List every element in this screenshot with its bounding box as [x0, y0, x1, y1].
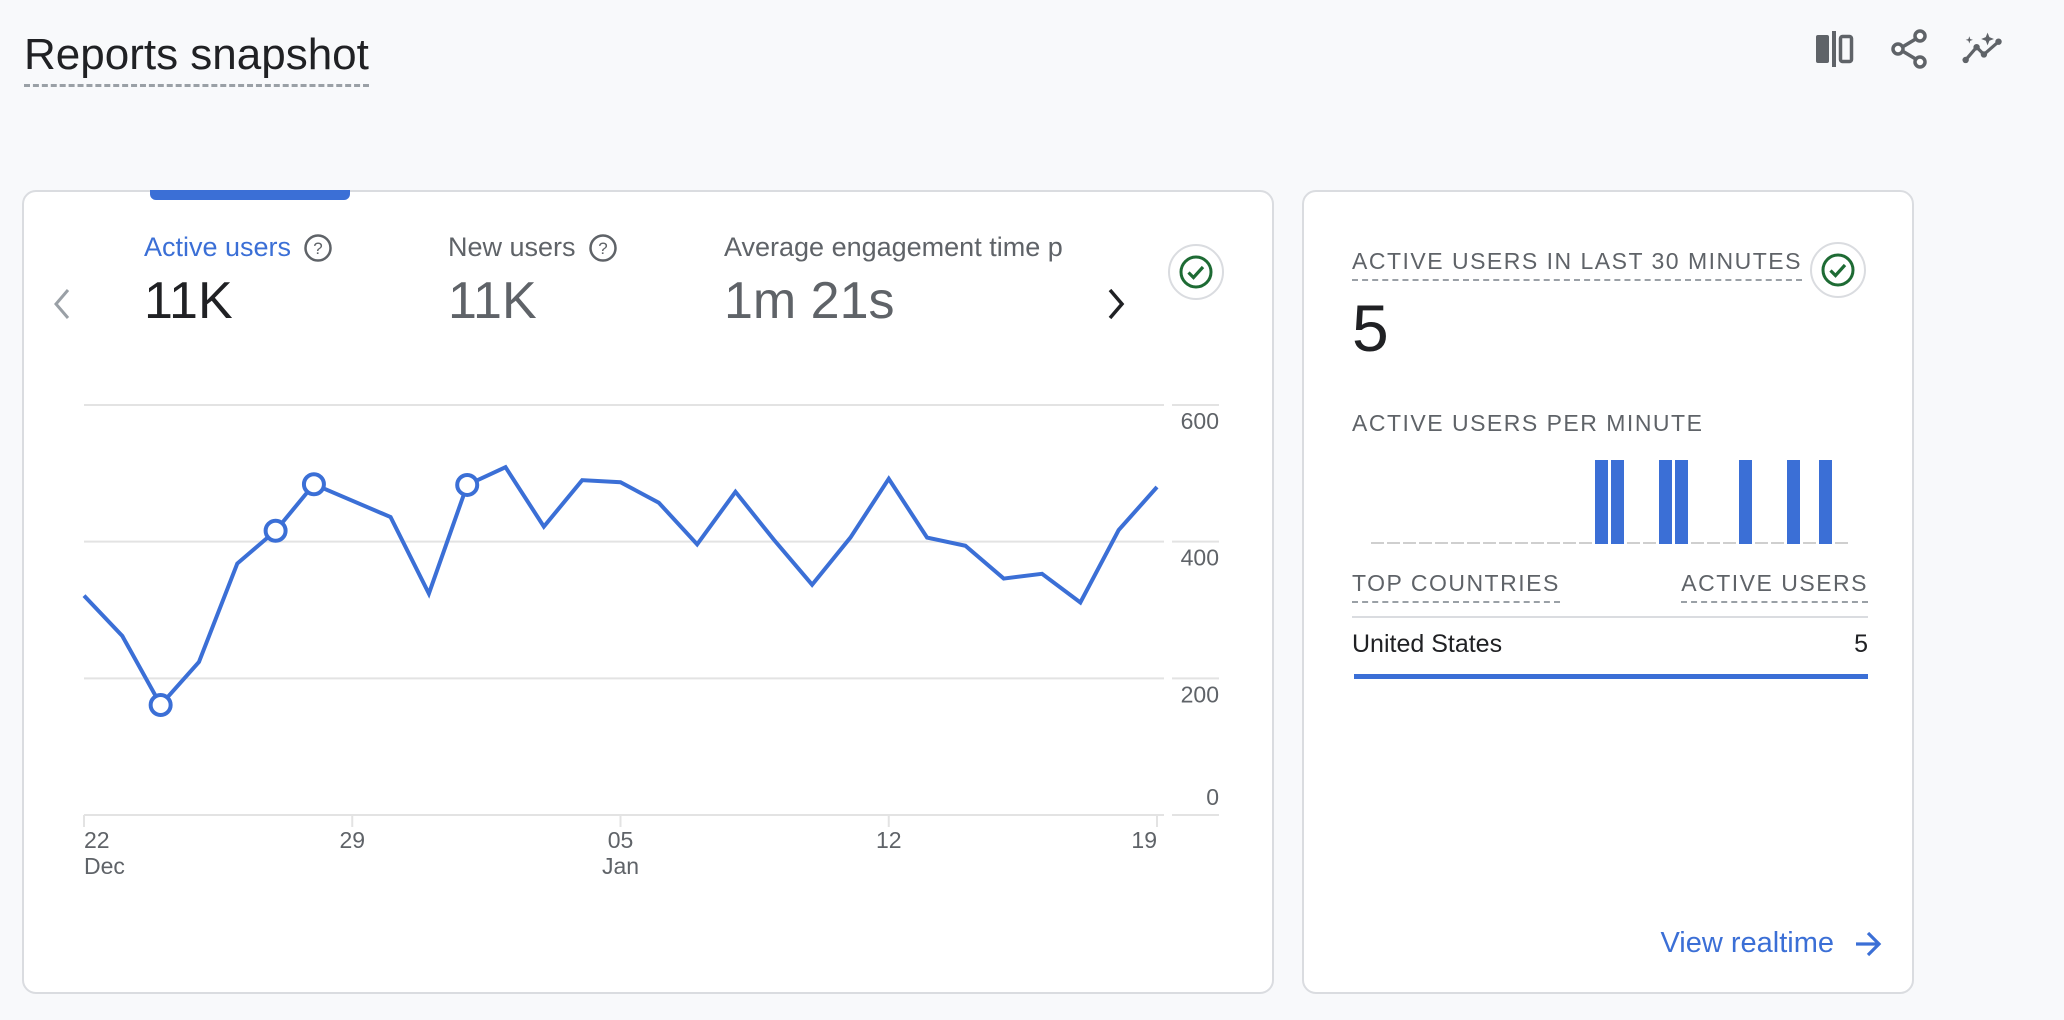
realtime-title[interactable]: ACTIVE USERS IN LAST 30 MINUTES: [1352, 248, 1802, 281]
realtime-card: ACTIVE USERS IN LAST 30 MINUTES 5 ACTIVE…: [1302, 190, 1914, 994]
insights-icon: [1962, 32, 2002, 64]
minute-bar: [1611, 460, 1624, 544]
minute-bar-empty: [1419, 542, 1432, 544]
x-tick-label: 29: [339, 827, 365, 853]
country-share-bar: [1354, 674, 1868, 679]
x-tick-label: 19: [1131, 827, 1157, 853]
minute-bar-empty: [1403, 542, 1416, 544]
arrow-right-icon: [1856, 931, 1882, 956]
per-minute-label: ACTIVE USERS PER MINUTE: [1352, 410, 1704, 436]
country-users: 5: [1854, 630, 1868, 658]
minute-bar-empty: [1547, 542, 1560, 544]
minute-bar-empty: [1755, 542, 1768, 544]
minute-bar-empty: [1627, 542, 1640, 544]
col-top-countries[interactable]: TOP COUNTRIES: [1352, 570, 1560, 603]
minute-bar-empty: [1371, 542, 1384, 544]
data-point-marker: [455, 472, 480, 497]
country-name: United States: [1352, 630, 1503, 658]
realtime-active-users-value: 5: [1352, 291, 1389, 365]
view-realtime-label: View realtime: [1660, 927, 1834, 959]
top-countries-header: TOP COUNTRIES ACTIVE USERS: [1352, 570, 1868, 603]
minute-bar-empty: [1835, 542, 1848, 544]
check-circle-icon: [1821, 253, 1855, 287]
minute-bar-empty: [1579, 542, 1592, 544]
y-tick-label: 200: [1181, 681, 1219, 707]
minute-bar-empty: [1643, 542, 1656, 544]
minute-bar-empty: [1435, 542, 1448, 544]
x-tick-month-label: Dec: [84, 853, 125, 879]
minute-bar: [1659, 460, 1672, 544]
minute-bar: [1787, 460, 1800, 544]
data-point-marker: [148, 692, 173, 717]
metrics-card: Active users ? 11K New users ? 11K Avera…: [22, 190, 1274, 994]
minute-bar: [1595, 460, 1608, 544]
minute-bar-empty: [1691, 542, 1704, 544]
toolbar: [1814, 28, 2004, 70]
minute-bar: [1739, 460, 1752, 544]
minute-bar-empty: [1771, 542, 1784, 544]
minute-bar: [1675, 460, 1688, 544]
minute-bar-empty: [1563, 542, 1576, 544]
minute-bar-empty: [1707, 542, 1720, 544]
minute-bar-empty: [1483, 542, 1496, 544]
minute-bar-empty: [1723, 542, 1736, 544]
compare-button[interactable]: [1814, 28, 1856, 70]
col-active-users[interactable]: ACTIVE USERS: [1681, 570, 1868, 603]
minute-bar-empty: [1531, 542, 1544, 544]
x-tick-label: 05: [608, 827, 634, 853]
share-button[interactable]: [1888, 28, 1930, 70]
x-tick-month-label: Jan: [602, 853, 639, 879]
table-row: United States 5: [1352, 630, 1868, 659]
y-tick-label: 400: [1181, 545, 1219, 571]
table-divider: [1352, 616, 1868, 618]
view-realtime-link[interactable]: View realtime: [1660, 927, 1882, 960]
minute-bar-empty: [1387, 542, 1400, 544]
active-users-line-chart: 0 200 400 600 22Dec 29 05Jan 12 19: [82, 404, 1219, 879]
per-minute-bar-chart: [1371, 460, 1848, 544]
minute-bar-empty: [1803, 542, 1816, 544]
minute-bar-empty: [1499, 542, 1512, 544]
insights-button[interactable]: [1962, 28, 2004, 70]
y-tick-label: 600: [1181, 408, 1219, 434]
x-tick-label: 12: [876, 827, 902, 853]
minute-bar-empty: [1451, 542, 1464, 544]
share-icon: [1891, 29, 1927, 69]
realtime-quality-badge[interactable]: [1810, 242, 1866, 298]
data-point-marker: [263, 518, 288, 543]
series-line-active-users: [82, 464, 1159, 709]
compare-icon: [1816, 31, 1854, 67]
y-tick-label: 0: [1206, 784, 1219, 810]
page-title[interactable]: Reports snapshot: [24, 28, 369, 87]
data-point-marker: [301, 472, 326, 497]
minute-bar: [1819, 460, 1832, 544]
minute-bar-empty: [1467, 542, 1480, 544]
x-tick-label: 22: [84, 827, 110, 853]
minute-bar-empty: [1515, 542, 1528, 544]
